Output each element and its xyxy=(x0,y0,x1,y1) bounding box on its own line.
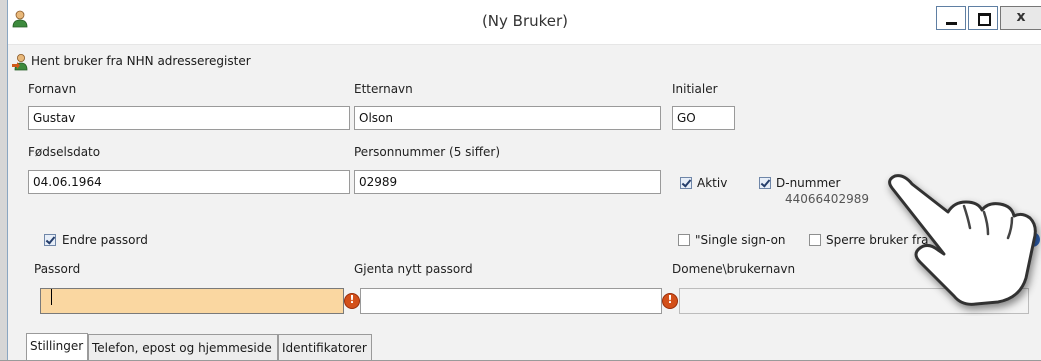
domain-username-label: Domene\brukernavn xyxy=(672,262,796,276)
single-sign-on-checkbox[interactable] xyxy=(678,234,690,246)
change-password-checkbox[interactable] xyxy=(44,234,56,246)
window-title: (Ny Bruker) xyxy=(481,12,569,30)
single-sign-on-label[interactable]: "Single sign-on xyxy=(695,233,786,247)
user-import-icon xyxy=(12,54,28,71)
d-number-value: 44066402989 xyxy=(785,192,869,206)
block-user-label[interactable]: Sperre bruker fra xyxy=(826,233,929,247)
maximize-button[interactable] xyxy=(968,6,998,30)
first-name-field[interactable] xyxy=(28,106,350,130)
password-field[interactable] xyxy=(40,288,344,314)
password-error-icon xyxy=(344,293,360,309)
minimize-button[interactable] xyxy=(936,6,966,30)
d-number-checkbox[interactable] xyxy=(759,177,771,189)
initials-field[interactable] xyxy=(672,106,735,130)
title-bar[interactable]: (Ny Bruker) x xyxy=(8,0,1041,45)
change-password-label[interactable]: Endre passord xyxy=(62,233,148,247)
initials-label: Initialer xyxy=(672,82,718,96)
repeat-password-label: Gjenta nytt passord xyxy=(354,262,473,276)
block-user-checkbox[interactable] xyxy=(809,234,821,246)
domain-username-field[interactable] xyxy=(679,288,1029,314)
new-user-window: (Ny Bruker) x Hent bruker fra NHN adress… xyxy=(7,0,1041,361)
active-checkbox-label[interactable]: Aktiv xyxy=(697,176,727,190)
fetch-user-label: Hent bruker fra NHN adresseregister xyxy=(31,54,251,68)
close-button[interactable]: x xyxy=(1000,6,1041,30)
help-icon[interactable]: ? xyxy=(1025,232,1040,247)
repeat-password-field[interactable] xyxy=(360,288,662,314)
birthdate-field[interactable] xyxy=(28,170,350,194)
tab-telefon-epost-label: Telefon, epost og hjemmeside xyxy=(92,341,272,355)
text-caret xyxy=(51,289,52,305)
close-icon: x xyxy=(1016,9,1026,25)
first-name-label: Fornavn xyxy=(28,82,77,96)
last-name-field[interactable] xyxy=(354,106,661,130)
d-number-checkbox-label[interactable]: D-nummer xyxy=(776,176,840,190)
active-checkbox[interactable] xyxy=(680,177,692,189)
password-label: Passord xyxy=(34,262,81,276)
tab-stillinger[interactable]: Stillinger xyxy=(26,333,88,360)
tab-identifikatorer-label: Identifikatorer xyxy=(282,341,367,355)
tab-stillinger-label: Stillinger xyxy=(30,339,84,353)
fetch-user-button[interactable]: Hent bruker fra NHN adresseregister xyxy=(8,50,1041,74)
last-name-label: Etternavn xyxy=(354,82,413,96)
tab-identifikatorer[interactable]: Identifikatorer xyxy=(278,334,372,360)
birthdate-label: Fødselsdato xyxy=(28,145,101,159)
personal-number-label: Personnummer (5 siffer) xyxy=(354,145,501,159)
personal-number-field[interactable] xyxy=(354,170,661,194)
repeat-password-error-icon xyxy=(662,293,678,309)
tab-telefon-epost[interactable]: Telefon, epost og hjemmeside xyxy=(88,334,278,360)
